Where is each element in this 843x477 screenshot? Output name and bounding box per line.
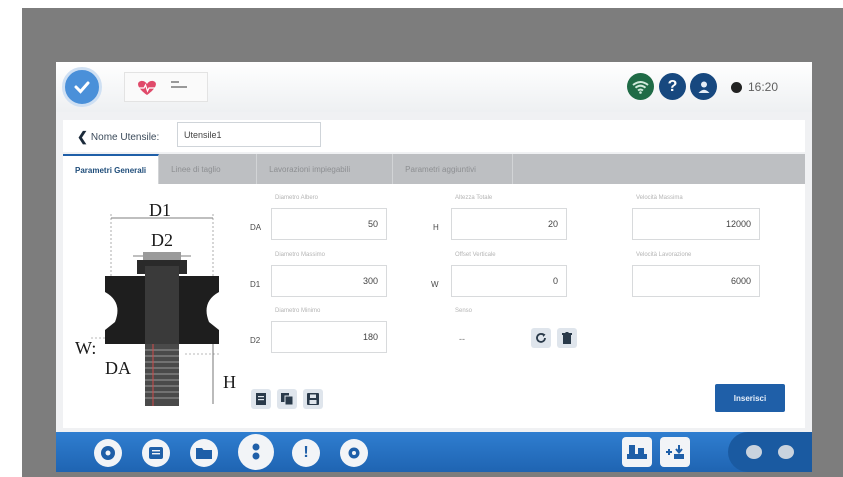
list-icon <box>149 447 163 459</box>
list-nav-button[interactable] <box>142 439 170 467</box>
save-icon <box>307 393 319 405</box>
add-download-icon <box>666 445 684 459</box>
height-field: Altezza Totale <box>451 195 567 240</box>
clock-time: 16:20 <box>748 80 779 94</box>
user-icon <box>698 81 709 93</box>
confirm-check-button[interactable] <box>62 67 102 107</box>
document-button[interactable] <box>251 389 271 409</box>
field-label-d1: D1 <box>250 280 261 289</box>
tool-diagram: D1 D2 W: DA H <box>71 194 259 422</box>
general-parameters-panel: D1 D2 W: DA H DA Diametro Albero D1 Diam… <box>63 184 805 428</box>
tools-nav-button[interactable] <box>94 439 122 467</box>
exclamation-icon: ! <box>303 444 309 461</box>
trash-icon <box>562 332 572 344</box>
vertical-offset-caption: Offset Verticale <box>455 252 496 258</box>
machine-icon <box>627 445 647 459</box>
copy-button[interactable] <box>277 389 297 409</box>
vertical-offset-input[interactable] <box>451 265 567 297</box>
height-input[interactable] <box>451 208 567 240</box>
chevron-left-icon: ❮ <box>77 129 88 144</box>
max-diameter-caption: Diametro Massimo <box>275 252 326 258</box>
min-diameter-field: Diametro Minimo <box>271 308 387 353</box>
max-diameter-field: Diametro Massimo <box>271 252 387 297</box>
delete-rotation-button[interactable] <box>557 328 577 348</box>
dashboard-icon <box>101 446 115 460</box>
tool-name-label: Nome Utensile: <box>90 131 160 143</box>
shaft-diameter-field: Diametro Albero <box>271 195 387 240</box>
wifi-icon <box>632 80 649 94</box>
clock-icon <box>731 81 742 93</box>
diagram-label-d2: D2 <box>151 230 173 250</box>
wifi-status-button[interactable] <box>627 73 654 100</box>
diagram-label-w: W: <box>75 338 97 358</box>
save-button[interactable] <box>303 389 323 409</box>
clock: 16:20 <box>731 80 778 94</box>
tab-cutting-lines[interactable]: Linee di taglio <box>159 154 258 184</box>
max-speed-input[interactable] <box>632 208 760 240</box>
refresh-icon <box>536 333 546 343</box>
max-speed-field: Velocità Massima <box>632 195 760 240</box>
min-diameter-input[interactable] <box>271 321 387 353</box>
gear-icon <box>348 447 360 459</box>
vertical-offset-field: Offset Verticale <box>451 252 567 297</box>
shaft-diameter-input[interactable] <box>271 208 387 240</box>
check-icon <box>74 81 90 94</box>
app-screen: ? 16:20 ❮ Nome Utensile: Parametri Gener… <box>56 62 812 472</box>
tool-name-row: ❮ Nome Utensile: <box>63 120 805 152</box>
document-icon <box>256 393 266 405</box>
rotation-caption: Senso <box>455 308 473 314</box>
insert-button[interactable]: Inserisci <box>715 384 785 412</box>
bottom-right-controls <box>728 432 812 472</box>
folder-nav-button[interactable] <box>190 439 218 467</box>
download-nav-button[interactable] <box>660 437 690 467</box>
field-label-d2: D2 <box>250 336 261 345</box>
machine-nav-button[interactable] <box>622 437 652 467</box>
user-button[interactable] <box>690 73 717 100</box>
max-diameter-input[interactable] <box>271 265 387 297</box>
logo-caption-lines <box>171 81 187 93</box>
bottom-nav-bar: ! <box>56 432 812 472</box>
field-label-da: DA <box>250 223 262 232</box>
question-mark-icon: ? <box>667 77 678 95</box>
tab-additional-parameters[interactable]: Parametri aggiuntivi <box>393 154 514 184</box>
working-speed-caption: Velocità Lavorazione <box>636 252 692 258</box>
power-dot-icon[interactable] <box>778 445 794 459</box>
top-bar: ? 16:20 <box>56 62 812 112</box>
folder-icon <box>196 448 212 459</box>
field-label-h: H <box>433 223 439 232</box>
height-caption: Altezza Totale <box>455 195 493 201</box>
tool-name-input[interactable] <box>177 122 321 147</box>
heart-logo-icon <box>138 80 156 95</box>
back-button[interactable]: ❮ Nome Utensile: <box>77 129 159 145</box>
tab-general-parameters[interactable]: Parametri Generali <box>63 154 160 184</box>
settings-dot-icon[interactable] <box>746 445 762 459</box>
min-diameter-caption: Diametro Minimo <box>275 308 321 314</box>
field-label-w: W <box>431 280 439 289</box>
max-speed-caption: Velocità Massima <box>636 195 683 201</box>
tool-nav-button[interactable] <box>238 434 274 470</box>
settings-nav-button[interactable] <box>340 439 368 467</box>
diagram-label-h: H <box>223 372 236 392</box>
alert-nav-button[interactable]: ! <box>292 439 320 467</box>
working-speed-input[interactable] <box>632 265 760 297</box>
rotate-button[interactable] <box>531 328 551 348</box>
copy-icon <box>281 393 293 405</box>
tool-icon <box>252 443 260 460</box>
working-speed-field: Velocità Lavorazione <box>632 252 760 297</box>
shaft-diameter-caption: Diametro Albero <box>275 195 319 201</box>
machine-logo <box>124 72 208 102</box>
help-button[interactable]: ? <box>659 73 686 100</box>
rotation-value: -- <box>459 334 465 344</box>
tab-usable-machining[interactable]: Lavorazioni impiegabili <box>257 154 394 184</box>
diagram-label-da: DA <box>105 358 131 378</box>
tab-bar: Parametri Generali Linee di taglio Lavor… <box>63 154 805 184</box>
diagram-label-d1: D1 <box>149 200 171 220</box>
